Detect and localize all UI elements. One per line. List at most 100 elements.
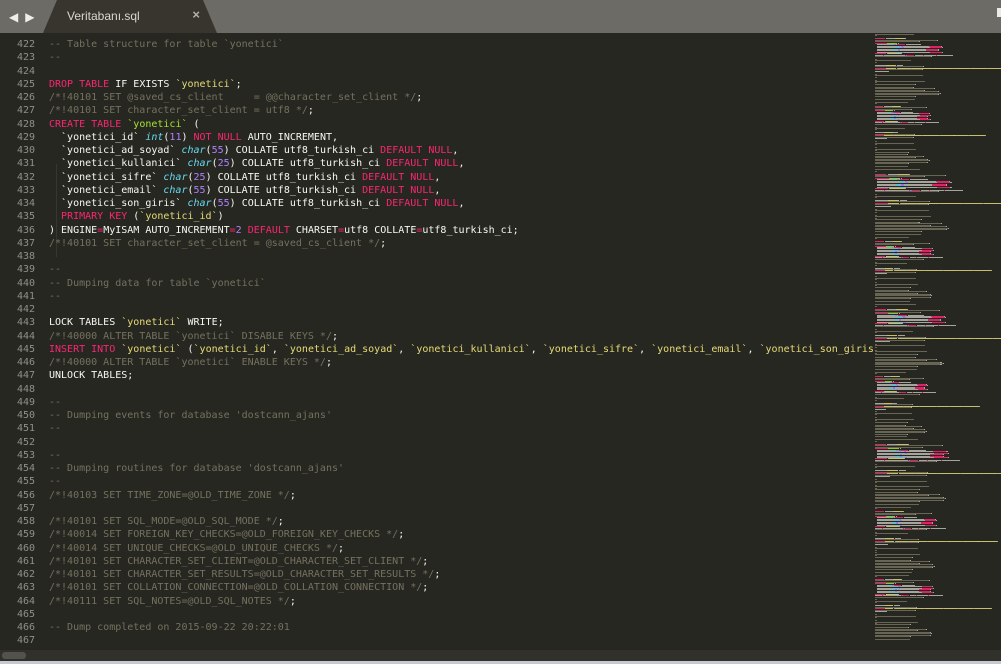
code-line[interactable]: 456/*!40103 SET TIME_ZONE=@OLD_TIME_ZONE…	[0, 489, 875, 502]
code-text: /*!40111 SET SQL_NOTES=@OLD_SQL_NOTES */…	[35, 595, 296, 608]
back-icon[interactable]: ◀	[9, 10, 18, 24]
line-number: 455	[0, 475, 35, 488]
code-line[interactable]: 465	[0, 608, 875, 621]
minimap-row	[875, 641, 1001, 642]
code-line[interactable]: 445INSERT INTO `yonetici` (`yonetici_id`…	[0, 343, 875, 356]
code-text: --	[35, 396, 61, 409]
horizontal-scrollbar-thumb[interactable]	[2, 652, 26, 659]
code-line[interactable]: 439--	[0, 263, 875, 276]
code-line[interactable]: 440-- Dumping data for table `yonetici`	[0, 277, 875, 290]
code-line[interactable]: 460/*!40014 SET UNIQUE_CHECKS=@OLD_UNIQU…	[0, 542, 875, 555]
horizontal-scrollbar[interactable]	[0, 650, 1001, 661]
code-text	[35, 250, 49, 263]
code-line[interactable]: 466-- Dump completed on 2015-09-22 20:22…	[0, 621, 875, 634]
line-number: 423	[0, 51, 35, 64]
code-text: --	[35, 51, 61, 64]
code-line[interactable]: 443LOCK TABLES `yonetici` WRITE;	[0, 316, 875, 329]
line-number: 446	[0, 356, 35, 369]
code-text: UNLOCK TABLES;	[35, 369, 133, 382]
line-number: 422	[0, 38, 35, 51]
line-number: 431	[0, 157, 35, 170]
line-number: 445	[0, 343, 35, 356]
code-text: INSERT INTO `yonetici` (`yonetici_id`, `…	[35, 343, 875, 356]
code-line[interactable]: 430 `yonetici_ad_soyad` char(55) COLLATE…	[0, 144, 875, 157]
line-number: 441	[0, 290, 35, 303]
code-text	[35, 502, 49, 515]
close-icon[interactable]: ×	[192, 8, 200, 21]
code-line[interactable]: 427/*!40101 SET character_set_client = u…	[0, 104, 875, 117]
code-line[interactable]: 433 `yonetici_email` char(55) COLLATE ut…	[0, 184, 875, 197]
code-text: /*!40014 SET FOREIGN_KEY_CHECKS=@OLD_FOR…	[35, 528, 404, 541]
code-text: /*!40101 SET CHARACTER_SET_RESULTS=@OLD_…	[35, 568, 440, 581]
line-number: 433	[0, 184, 35, 197]
code-line[interactable]: 431 `yonetici_kullanici` char(25) COLLAT…	[0, 157, 875, 170]
code-line[interactable]: 429 `yonetici_id` int(11) NOT NULL AUTO_…	[0, 131, 875, 144]
code-line[interactable]: 461/*!40101 SET CHARACTER_SET_CLIENT=@OL…	[0, 555, 875, 568]
code-line[interactable]: 462/*!40101 SET CHARACTER_SET_RESULTS=@O…	[0, 568, 875, 581]
code-line[interactable]: 422-- Table structure for table `yonetic…	[0, 38, 875, 51]
code-editor[interactable]: 422-- Table structure for table `yonetic…	[0, 33, 875, 650]
tab-veritabani-sql[interactable]: Veritabanı.sql ×	[43, 0, 217, 33]
code-line[interactable]: 434 `yonetici_son_giris` char(55) COLLAT…	[0, 197, 875, 210]
code-text: -- Table structure for table `yonetici`	[35, 38, 284, 51]
code-line[interactable]: 448	[0, 383, 875, 396]
code-line[interactable]: 442	[0, 303, 875, 316]
line-number: 462	[0, 568, 35, 581]
code-line[interactable]: 438	[0, 250, 875, 263]
code-text: /*!40014 SET UNIQUE_CHECKS=@OLD_UNIQUE_C…	[35, 542, 344, 555]
minimap[interactable]	[875, 34, 1001, 646]
line-number: 458	[0, 515, 35, 528]
code-text: /*!40101 SET CHARACTER_SET_CLIENT=@OLD_C…	[35, 555, 428, 568]
code-line[interactable]: 449--	[0, 396, 875, 409]
code-line[interactable]: 463/*!40101 SET COLLATION_CONNECTION=@OL…	[0, 581, 875, 594]
code-text: `yonetici_sifre` char(25) COLLATE utf8_t…	[35, 171, 440, 184]
code-line[interactable]: 437/*!40101 SET character_set_client = @…	[0, 237, 875, 250]
code-line[interactable]: 435 PRIMARY KEY (`yonetici_id`)	[0, 210, 875, 223]
tab-nav-arrows: ◀ ▶	[9, 0, 34, 33]
line-number: 426	[0, 91, 35, 104]
code-line[interactable]: 454-- Dumping routines for database 'dos…	[0, 462, 875, 475]
code-line[interactable]: 455--	[0, 475, 875, 488]
code-text: `yonetici_ad_soyad` char(55) COLLATE utf…	[35, 144, 458, 157]
code-line[interactable]: 426/*!40101 SET @saved_cs_client = @@cha…	[0, 91, 875, 104]
code-line[interactable]: 451--	[0, 422, 875, 435]
code-line[interactable]: 432 `yonetici_sifre` char(25) COLLATE ut…	[0, 171, 875, 184]
code-line[interactable]: 458/*!40101 SET SQL_MODE=@OLD_SQL_MODE *…	[0, 515, 875, 528]
code-line[interactable]: 446/*!40000 ALTER TABLE `yonetici` ENABL…	[0, 356, 875, 369]
code-text	[35, 436, 49, 449]
line-number: 439	[0, 263, 35, 276]
forward-icon[interactable]: ▶	[25, 10, 34, 24]
code-line[interactable]: 452	[0, 436, 875, 449]
line-number: 443	[0, 316, 35, 329]
code-line[interactable]: 464/*!40111 SET SQL_NOTES=@OLD_SQL_NOTES…	[0, 595, 875, 608]
code-text: --	[35, 422, 61, 435]
line-number: 452	[0, 436, 35, 449]
code-line[interactable]: 436) ENGINE=MyISAM AUTO_INCREMENT=2 DEFA…	[0, 224, 875, 237]
line-number: 425	[0, 78, 35, 91]
code-text: -- Dump completed on 2015-09-22 20:22:01	[35, 621, 290, 634]
code-line[interactable]: 459/*!40014 SET FOREIGN_KEY_CHECKS=@OLD_…	[0, 528, 875, 541]
code-text: ) ENGINE=MyISAM AUTO_INCREMENT=2 DEFAULT…	[35, 224, 519, 237]
line-number: 467	[0, 634, 35, 647]
code-line[interactable]: 447UNLOCK TABLES;	[0, 369, 875, 382]
code-text: /*!40101 SET COLLATION_CONNECTION=@OLD_C…	[35, 581, 428, 594]
code-line[interactable]: 444/*!40000 ALTER TABLE `yonetici` DISAB…	[0, 330, 875, 343]
line-number: 435	[0, 210, 35, 223]
code-line[interactable]: 441--	[0, 290, 875, 303]
code-line[interactable]: 457	[0, 502, 875, 515]
line-number: 457	[0, 502, 35, 515]
code-text	[35, 383, 49, 396]
code-text: /*!40101 SET @saved_cs_client = @@charac…	[35, 91, 422, 104]
line-number: 429	[0, 131, 35, 144]
line-number: 461	[0, 555, 35, 568]
code-line[interactable]: 424	[0, 65, 875, 78]
code-line[interactable]: 423--	[0, 51, 875, 64]
code-line[interactable]: 450-- Dumping events for database 'dostc…	[0, 409, 875, 422]
code-line[interactable]: 425DROP TABLE IF EXISTS `yonetici`;	[0, 78, 875, 91]
line-number: 450	[0, 409, 35, 422]
code-line[interactable]: 428CREATE TABLE `yonetici` (	[0, 118, 875, 131]
code-line[interactable]: 467	[0, 634, 875, 647]
code-line[interactable]: 453--	[0, 449, 875, 462]
line-number: 428	[0, 118, 35, 131]
line-number: 453	[0, 449, 35, 462]
